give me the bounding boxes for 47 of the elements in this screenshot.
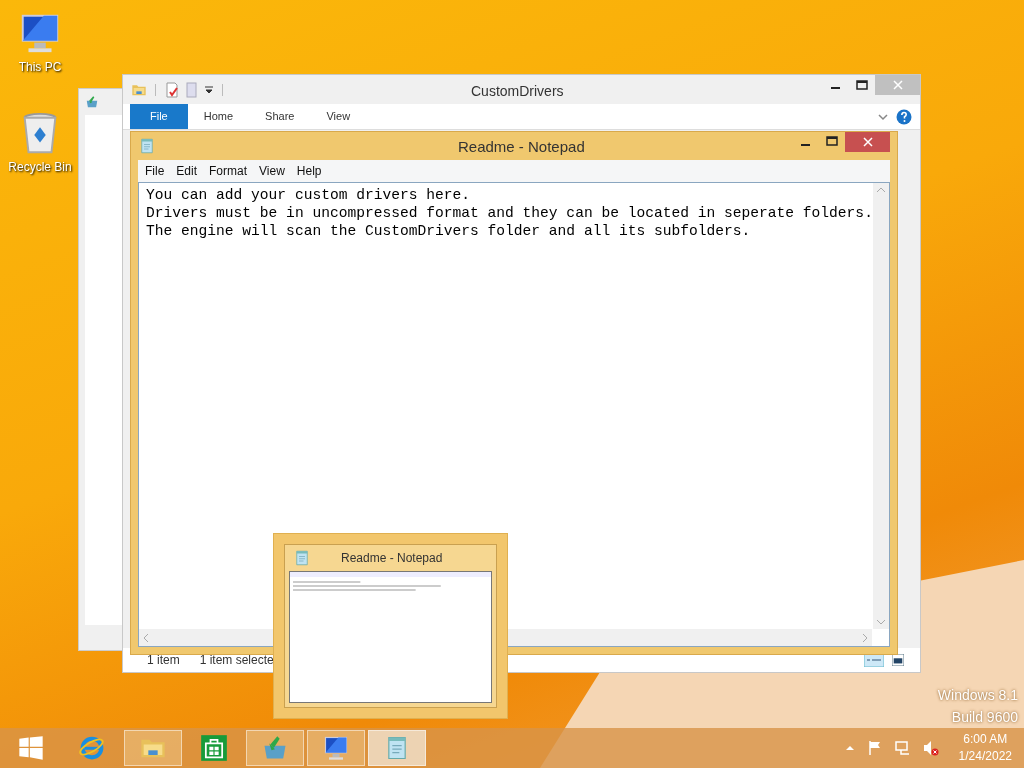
taskbar-button[interactable] <box>246 730 304 766</box>
ribbon-tab[interactable]: Home <box>187 104 250 129</box>
help-icon[interactable] <box>896 108 912 125</box>
ribbon-tab[interactable]: View <box>310 104 367 129</box>
scroll-down-icon[interactable] <box>875 619 886 625</box>
scroll-left-icon[interactable] <box>143 632 149 643</box>
watermark-line: Windows 8.1 <box>937 686 1018 705</box>
icon-label: Recycle Bin <box>8 159 72 176</box>
network-icon[interactable] <box>894 740 911 756</box>
window-title: Readme - Notepad <box>458 137 585 157</box>
close-icon <box>862 137 873 147</box>
menu-item[interactable]: Edit <box>170 162 204 180</box>
browser-e-icon <box>78 734 106 762</box>
scroll-up-icon[interactable] <box>875 187 886 193</box>
close-icon <box>892 80 903 90</box>
menu-item[interactable]: File <box>139 162 171 180</box>
notepad-icon <box>138 137 156 155</box>
menu-item[interactable]: Format <box>203 162 254 180</box>
taskbar-button[interactable] <box>307 730 365 766</box>
scroll-right-icon[interactable] <box>862 632 868 643</box>
text-line: You can add your custom drivers here. <box>146 186 472 204</box>
notepad-icon <box>293 549 311 567</box>
window-title: CustomDrivers <box>471 82 564 101</box>
ribbon-tab[interactable]: Share <box>249 104 311 129</box>
text-line: The engine will scan the CustomDrivers folder and all its subfolders. <box>146 222 752 240</box>
monitor-icon <box>322 734 350 762</box>
menu-item[interactable]: Help <box>290 162 328 180</box>
icon-label: This PC <box>18 59 62 76</box>
vertical-scrollbar[interactable] <box>872 183 889 629</box>
flag-icon[interactable] <box>866 740 883 756</box>
muted-speaker-icon[interactable] <box>922 740 939 756</box>
thumbnail-title: Readme - Notepad <box>341 550 443 567</box>
chevron-down-icon[interactable] <box>878 111 888 122</box>
show-hidden-icons-icon[interactable] <box>844 745 855 751</box>
windows-logo-icon <box>17 734 45 762</box>
ribbon-tab[interactable]: File <box>130 104 188 129</box>
status-text: 1 item selecte <box>199 652 274 669</box>
clock-time: 6:00 AM <box>963 731 1008 748</box>
watermark-line: Build 9600 <box>951 708 1018 727</box>
text-line: Drivers must be in uncompressed format and they can be located in seperate folders. <box>146 204 873 222</box>
clock-date: 1/24/2022 <box>958 748 1012 765</box>
menu-item[interactable]: View <box>253 162 291 180</box>
shopping-bag-icon <box>200 734 228 762</box>
status-text: 1 item <box>147 652 180 669</box>
dropdown-arrow-icon[interactable] <box>204 84 214 95</box>
properties-icon <box>164 81 180 98</box>
large-icons-view-icon[interactable] <box>892 654 904 666</box>
